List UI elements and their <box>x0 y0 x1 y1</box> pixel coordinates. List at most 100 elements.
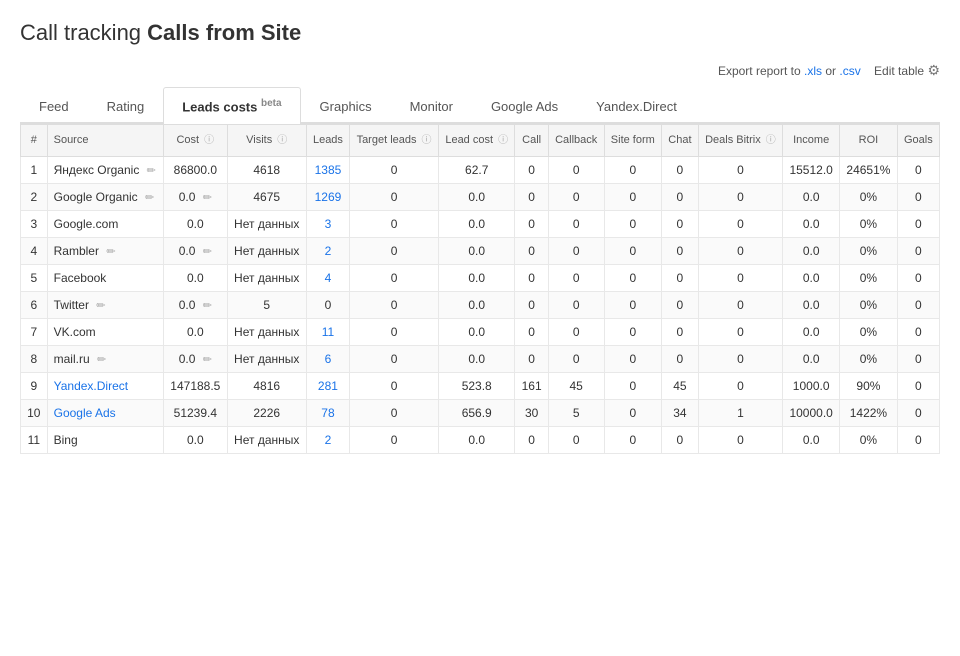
cell-num: 3 <box>21 210 48 237</box>
cell-cost: 0.0 <box>164 264 228 291</box>
source-edit-icon[interactable]: ✏ <box>106 246 115 258</box>
tab-rating[interactable]: Rating <box>88 88 164 124</box>
export-xls-link[interactable]: .xls <box>804 64 822 78</box>
source-edit-icon[interactable]: ✏ <box>145 192 154 204</box>
tab-leads-costs[interactable]: Leads costs beta <box>163 87 300 124</box>
cost-info-icon: ⓘ <box>204 135 214 146</box>
leads-link[interactable]: 2 <box>325 244 332 258</box>
cell-cost: 0.0 ✏ <box>164 237 228 264</box>
table-row: 10 Google Ads 51239.4 2226 78 0 656.9 30… <box>21 399 940 426</box>
cell-site-form: 0 <box>604 426 662 453</box>
cell-deals-bitrix: 0 <box>698 237 783 264</box>
cell-visits: 4675 <box>227 183 306 210</box>
table-row: 3 Google.com 0.0 Нет данных 3 0 0.0 0 0 … <box>21 210 940 237</box>
cell-leads: 1385 <box>306 156 349 183</box>
cell-deals-bitrix: 0 <box>698 426 783 453</box>
cell-call: 0 <box>515 210 548 237</box>
cell-goals: 0 <box>897 237 939 264</box>
cell-roi: 0% <box>840 210 898 237</box>
cell-income: 0.0 <box>783 264 840 291</box>
col-income: Income <box>783 125 840 156</box>
cost-edit-icon[interactable]: ✏ <box>203 354 212 366</box>
source-name: mail.ru <box>54 352 90 366</box>
source-edit-icon[interactable]: ✏ <box>97 354 106 366</box>
cell-leads: 281 <box>306 372 349 399</box>
cell-num: 6 <box>21 291 48 318</box>
cell-chat: 0 <box>662 345 699 372</box>
leads-link[interactable]: 1269 <box>315 190 342 204</box>
cell-target-leads: 0 <box>350 156 439 183</box>
cost-edit-icon[interactable]: ✏ <box>203 192 212 204</box>
cell-leads: 1269 <box>306 183 349 210</box>
leads-link[interactable]: 2 <box>325 433 332 447</box>
cell-visits: 2226 <box>227 399 306 426</box>
cell-lead-cost: 0.0 <box>438 183 515 210</box>
tab-feed[interactable]: Feed <box>20 88 88 124</box>
cell-visits: Нет данных <box>227 264 306 291</box>
source-edit-icon[interactable]: ✏ <box>96 300 105 312</box>
source-name: Rambler <box>54 244 99 258</box>
cell-callback: 0 <box>548 183 604 210</box>
tabs-container: Feed Rating Leads costs beta Graphics Mo… <box>20 87 940 124</box>
cell-site-form: 0 <box>604 399 662 426</box>
visits-info-icon: ⓘ <box>277 135 287 146</box>
cell-num: 7 <box>21 318 48 345</box>
leads-link[interactable]: 6 <box>325 352 332 366</box>
cell-lead-cost: 62.7 <box>438 156 515 183</box>
cell-cost: 0.0 <box>164 426 228 453</box>
cell-goals: 0 <box>897 156 939 183</box>
cell-source: Rambler ✏ <box>47 237 163 264</box>
lead-cost-info-icon: ⓘ <box>498 135 508 146</box>
leads-link[interactable]: 78 <box>321 406 334 420</box>
cell-chat: 0 <box>662 183 699 210</box>
cell-deals-bitrix: 0 <box>698 264 783 291</box>
cell-chat: 0 <box>662 291 699 318</box>
cell-visits: 4816 <box>227 372 306 399</box>
cell-source: Google Ads <box>47 399 163 426</box>
cell-num: 10 <box>21 399 48 426</box>
export-csv-link[interactable]: .csv <box>839 64 860 78</box>
leads-link[interactable]: 11 <box>322 325 334 339</box>
cell-site-form: 0 <box>604 264 662 291</box>
cell-deals-bitrix: 0 <box>698 318 783 345</box>
tab-graphics[interactable]: Graphics <box>301 88 391 124</box>
cell-income: 10000.0 <box>783 399 840 426</box>
cell-callback: 0 <box>548 237 604 264</box>
cell-income: 0.0 <box>783 426 840 453</box>
table-row: 1 Яндекс Organic ✏ 86800.0 4618 1385 0 6… <box>21 156 940 183</box>
table-header-row: # Source Cost ⓘ Visits ⓘ Leads Target le… <box>21 125 940 156</box>
cell-source: VK.com <box>47 318 163 345</box>
source-link[interactable]: Google Ads <box>54 406 116 420</box>
cell-cost: 0.0 ✏ <box>164 291 228 318</box>
tab-google-ads[interactable]: Google Ads <box>472 88 577 124</box>
leads-link[interactable]: 3 <box>325 217 332 231</box>
cell-source: mail.ru ✏ <box>47 345 163 372</box>
source-edit-icon[interactable]: ✏ <box>147 165 156 177</box>
cell-chat: 0 <box>662 426 699 453</box>
cell-cost: 86800.0 <box>164 156 228 183</box>
cell-target-leads: 0 <box>350 399 439 426</box>
source-name: Twitter <box>54 298 89 312</box>
tab-monitor[interactable]: Monitor <box>391 88 472 124</box>
edit-table-link[interactable]: Edit table ⚙ <box>874 64 940 78</box>
leads-link[interactable]: 4 <box>325 271 332 285</box>
cell-site-form: 0 <box>604 156 662 183</box>
cell-visits: 5 <box>227 291 306 318</box>
cell-lead-cost: 0.0 <box>438 291 515 318</box>
cell-deals-bitrix: 0 <box>698 156 783 183</box>
leads-link[interactable]: 281 <box>318 379 338 393</box>
cell-source: Google Organic ✏ <box>47 183 163 210</box>
col-deals-bitrix: Deals Bitrix ⓘ <box>698 125 783 156</box>
source-link[interactable]: Yandex.Direct <box>54 379 128 393</box>
cell-call: 0 <box>515 318 548 345</box>
cell-call: 0 <box>515 264 548 291</box>
cost-edit-icon[interactable]: ✏ <box>203 300 212 312</box>
leads-link[interactable]: 1385 <box>315 163 342 177</box>
table-row: 4 Rambler ✏ 0.0 ✏ Нет данных 2 0 0.0 0 0… <box>21 237 940 264</box>
cell-num: 2 <box>21 183 48 210</box>
col-chat: Chat <box>662 125 699 156</box>
cell-site-form: 0 <box>604 183 662 210</box>
cell-callback: 0 <box>548 210 604 237</box>
tab-yandex-direct[interactable]: Yandex.Direct <box>577 88 696 124</box>
cost-edit-icon[interactable]: ✏ <box>203 246 212 258</box>
